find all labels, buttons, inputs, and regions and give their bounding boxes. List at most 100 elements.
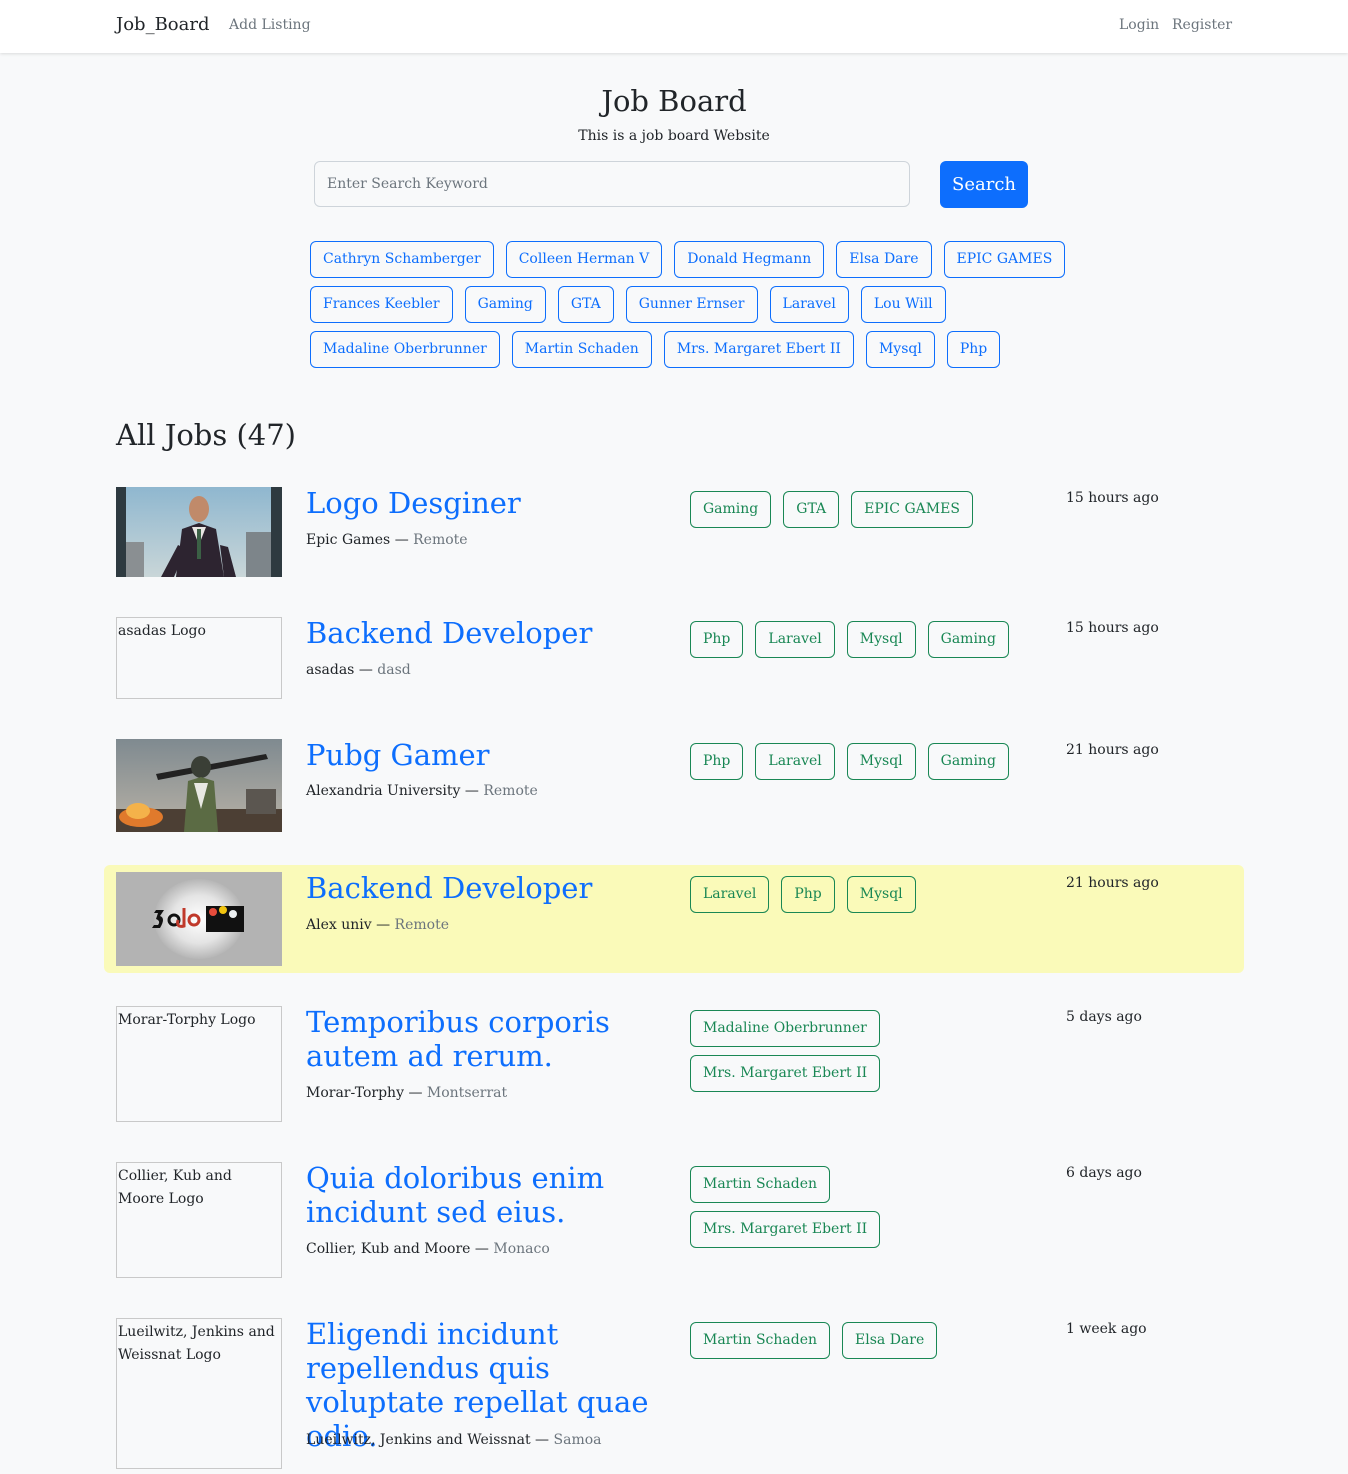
job-tags: Madaline Oberbrunner Mrs. Margaret Ebert… <box>690 1010 1020 1092</box>
job-tag-button[interactable]: Martin Schaden <box>690 1322 831 1359</box>
job-listing: Lueilwitz, Jenkins and Weissnat Logo Eli… <box>104 1311 1244 1474</box>
pubg-character-image <box>116 739 282 832</box>
job-tag-button[interactable]: Gaming <box>690 491 772 528</box>
page-title: Job Board <box>601 84 747 118</box>
company-name: Morar-Torphy <box>306 1085 404 1101</box>
company-name: Lueilwitz, Jenkins and Weissnat <box>306 1432 531 1448</box>
brand-link[interactable]: Job_Board <box>116 14 210 35</box>
job-tags: Laravel Php Mysql <box>690 876 1020 913</box>
job-listing: Collier, Kub and Moore Logo Quia dolorib… <box>104 1155 1244 1295</box>
tag-filter-button[interactable]: GTA <box>557 286 614 323</box>
company-logo-broken: Morar-Torphy Logo <box>116 1006 282 1122</box>
job-tags: Php Laravel Mysql Gaming <box>690 621 1020 658</box>
tag-filter-button[interactable]: Mysql <box>865 331 935 368</box>
job-tag-button[interactable]: Mrs. Margaret Ebert II <box>690 1211 881 1248</box>
tag-filter-button[interactable]: Gaming <box>464 286 546 323</box>
job-tags: Martin Schaden Mrs. Margaret Ebert II <box>690 1166 1020 1248</box>
add-listing-link[interactable]: Add Listing <box>229 17 311 33</box>
job-title-link[interactable]: Backend Developer <box>306 871 671 905</box>
all-jobs-count: (47) <box>236 418 296 452</box>
search-button[interactable]: Search <box>940 161 1028 208</box>
all-jobs-label: All Jobs <box>116 418 228 452</box>
company-logo <box>116 487 282 577</box>
tag-row: Madaline Oberbrunner Martin Schaden Mrs.… <box>310 331 1040 368</box>
tag-filter-button[interactable]: Madaline Oberbrunner <box>310 331 500 368</box>
company-name: Alex univ <box>306 917 372 933</box>
job-tag-button[interactable]: Laravel <box>755 743 835 780</box>
job-meta: Lueilwitz, Jenkins and Weissnat — Samoa <box>306 1432 602 1448</box>
job-tag-button[interactable]: EPIC GAMES <box>851 491 973 528</box>
tag-filter-button[interactable]: Cathryn Schamberger <box>310 241 494 278</box>
job-listing-featured: Backend Developer Alex univ — Remote Lar… <box>104 865 1244 973</box>
job-location: Montserrat <box>426 1085 508 1101</box>
company-name: Alexandria University <box>306 783 461 799</box>
job-tag-button[interactable]: Mysql <box>846 621 916 658</box>
posted-time: 15 hours ago <box>1066 490 1159 506</box>
tag-row: Frances Keebler Gaming GTA Gunner Ernser… <box>310 286 1040 323</box>
company-logo-broken: asadas Logo <box>116 617 282 699</box>
all-jobs-heading: All Jobs (47) <box>116 418 296 452</box>
3edo-logo-image <box>116 872 282 966</box>
company-name: Collier, Kub and Moore <box>306 1241 471 1257</box>
job-tag-button[interactable]: Php <box>781 876 835 913</box>
job-meta: Epic Games — Remote <box>306 532 468 548</box>
job-listing: Morar-Torphy Logo Temporibus corporis au… <box>104 999 1244 1139</box>
tag-filter-button[interactable]: Lou Will <box>860 286 946 323</box>
job-tag-button[interactable]: Laravel <box>755 621 835 658</box>
tag-filter-button[interactable]: Php <box>946 331 1001 368</box>
tag-filter-button[interactable]: Colleen Herman V <box>505 241 663 278</box>
tag-filter-button[interactable]: Frances Keebler <box>310 286 453 323</box>
separator: — <box>464 783 479 799</box>
company-logo <box>116 739 282 832</box>
tag-filter-button[interactable]: Elsa Dare <box>836 241 932 278</box>
posted-time: 5 days ago <box>1066 1009 1142 1025</box>
search-input[interactable] <box>314 161 910 207</box>
job-tag-button[interactable]: Php <box>690 621 744 658</box>
job-meta: Alex univ — Remote <box>306 917 449 933</box>
job-tag-button[interactable]: Elsa Dare <box>842 1322 938 1359</box>
job-tag-button[interactable]: Gaming <box>927 743 1009 780</box>
separator: — <box>408 1085 423 1101</box>
tag-filter-button[interactable]: Donald Hegmann <box>674 241 825 278</box>
separator: — <box>394 532 409 548</box>
job-tag-button[interactable]: Php <box>690 743 744 780</box>
job-tag-button[interactable]: GTA <box>783 491 840 528</box>
tag-filter-button[interactable]: Laravel <box>769 286 849 323</box>
company-name: Epic Games <box>306 532 391 548</box>
job-tag-button[interactable]: Mrs. Margaret Ebert II <box>690 1055 881 1092</box>
posted-time: 15 hours ago <box>1066 620 1159 636</box>
job-meta: asadas — dasd <box>306 662 411 678</box>
company-logo-broken: Collier, Kub and Moore Logo <box>116 1162 282 1278</box>
job-title-link[interactable]: Backend Developer <box>306 616 671 650</box>
posted-time: 21 hours ago <box>1066 875 1159 891</box>
job-meta: Alexandria University — Remote <box>306 783 538 799</box>
job-location: Remote <box>394 917 449 933</box>
job-title-link[interactable]: Quia doloribus enim incidunt sed eius. <box>306 1161 671 1229</box>
job-tag-button[interactable]: Mysql <box>846 876 916 913</box>
job-tag-button[interactable]: Laravel <box>690 876 770 913</box>
job-listing: Pubg Gamer Alexandria University — Remot… <box>104 732 1244 842</box>
job-title-link[interactable]: Logo Desginer <box>306 486 671 520</box>
job-location: Remote <box>413 532 468 548</box>
tag-row: Cathryn Schamberger Colleen Herman V Don… <box>310 241 1066 278</box>
job-title-link[interactable]: Temporibus corporis autem ad rerum. <box>306 1005 671 1073</box>
posted-time: 1 week ago <box>1066 1321 1147 1337</box>
navbar: Job_Board Add Listing Login Register <box>0 0 1348 53</box>
job-tag-button[interactable]: Gaming <box>927 621 1009 658</box>
tag-filter-button[interactable]: Mrs. Margaret Ebert II <box>663 331 854 368</box>
job-tag-button[interactable]: Madaline Oberbrunner <box>690 1010 880 1047</box>
separator: — <box>535 1432 550 1448</box>
tag-filter-button[interactable]: Gunner Ernser <box>625 286 758 323</box>
job-tags: Gaming GTA EPIC GAMES <box>690 491 1020 528</box>
posted-time: 21 hours ago <box>1066 742 1159 758</box>
register-link[interactable]: Register <box>1172 17 1232 33</box>
job-location: Monaco <box>493 1241 550 1257</box>
tag-filter-button[interactable]: EPIC GAMES <box>943 241 1066 278</box>
login-link[interactable]: Login <box>1119 17 1159 33</box>
job-tags: Php Laravel Mysql Gaming <box>690 743 1020 780</box>
job-title-link[interactable]: Pubg Gamer <box>306 738 671 772</box>
job-meta: Morar-Torphy — Montserrat <box>306 1085 507 1101</box>
job-tag-button[interactable]: Martin Schaden <box>690 1166 831 1203</box>
tag-filter-button[interactable]: Martin Schaden <box>511 331 652 368</box>
job-tag-button[interactable]: Mysql <box>846 743 916 780</box>
